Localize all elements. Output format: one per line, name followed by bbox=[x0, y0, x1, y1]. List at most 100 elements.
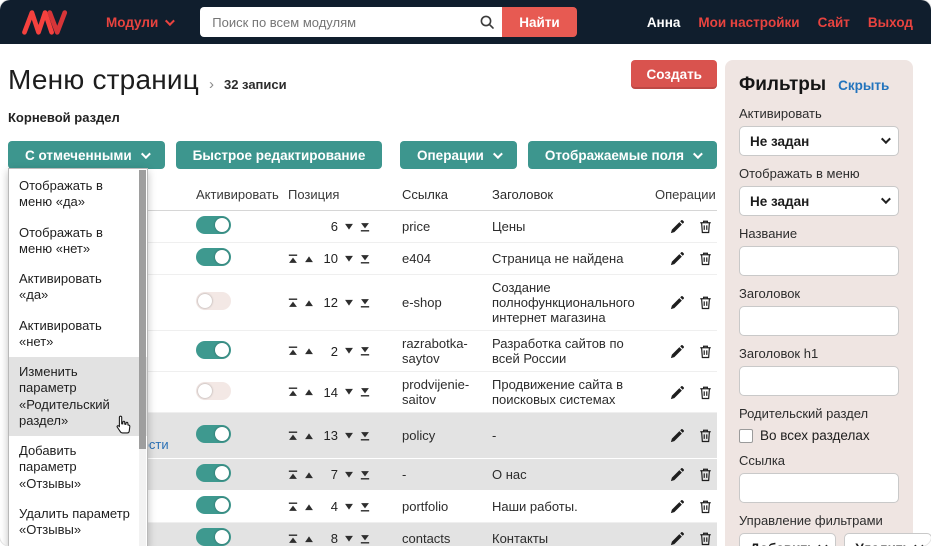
name-filter-input[interactable] bbox=[739, 246, 899, 276]
dropdown-item-label: Добавить параметр «Отзывы» bbox=[19, 443, 82, 491]
move-last-button[interactable] bbox=[360, 222, 370, 232]
delete-icon[interactable] bbox=[698, 295, 713, 310]
move-up-button[interactable] bbox=[304, 254, 314, 264]
dropdown-scrollbar[interactable] bbox=[139, 170, 146, 546]
site-link[interactable]: Сайт bbox=[818, 15, 850, 30]
move-up-button[interactable] bbox=[304, 534, 314, 544]
edit-icon[interactable] bbox=[670, 295, 685, 310]
move-down-button[interactable] bbox=[344, 470, 354, 480]
row-activate-toggle[interactable] bbox=[196, 464, 231, 483]
delete-icon[interactable] bbox=[698, 219, 713, 234]
move-last-button[interactable] bbox=[360, 254, 370, 264]
move-down-button[interactable] bbox=[344, 502, 354, 512]
row-activate-toggle[interactable] bbox=[196, 340, 231, 359]
h1-filter-input[interactable] bbox=[739, 366, 899, 396]
delete-icon[interactable] bbox=[698, 251, 713, 266]
move-first-button[interactable] bbox=[288, 470, 298, 480]
move-up-button[interactable] bbox=[304, 431, 314, 441]
filters-title: Фильтры bbox=[739, 74, 827, 95]
move-up-button[interactable] bbox=[304, 502, 314, 512]
move-first-button[interactable] bbox=[288, 502, 298, 512]
add-filter-select[interactable]: Добавить bbox=[739, 533, 837, 546]
my-settings-link[interactable]: Мои настройки bbox=[698, 15, 799, 30]
move-down-button[interactable] bbox=[344, 298, 354, 308]
row-activate-toggle[interactable] bbox=[196, 216, 231, 234]
manage-filters-label: Управление фильтрами bbox=[739, 513, 883, 528]
move-first-button[interactable] bbox=[288, 298, 298, 308]
quick-edit-button[interactable]: Быстрое редактирование bbox=[175, 141, 383, 169]
dropdown-item[interactable]: Удалить параметр «Отзывы» bbox=[9, 499, 147, 546]
move-last-button[interactable] bbox=[360, 431, 370, 441]
move-up-button[interactable] bbox=[304, 470, 314, 480]
dropdown-item[interactable]: Изменить параметр «Родительский раздел» bbox=[9, 357, 147, 436]
row-activate-toggle[interactable] bbox=[196, 248, 231, 266]
move-down-button[interactable] bbox=[344, 222, 354, 232]
move-down-button[interactable] bbox=[344, 346, 354, 356]
edit-icon[interactable] bbox=[670, 385, 685, 400]
edit-icon[interactable] bbox=[670, 531, 685, 546]
move-up-button[interactable] bbox=[304, 346, 314, 356]
search-icon bbox=[472, 7, 503, 37]
operations-button[interactable]: Операции bbox=[400, 141, 517, 169]
brand-logo[interactable] bbox=[20, 7, 72, 37]
delete-icon[interactable] bbox=[698, 385, 713, 400]
move-up-button[interactable] bbox=[304, 387, 314, 397]
dropdown-item[interactable]: Отображать в меню «нет» bbox=[9, 218, 147, 265]
dropdown-item[interactable]: Активировать «нет» bbox=[9, 311, 147, 358]
delete-icon[interactable] bbox=[698, 344, 713, 359]
edit-icon[interactable] bbox=[670, 251, 685, 266]
move-down-button[interactable] bbox=[344, 431, 354, 441]
move-down-button[interactable] bbox=[344, 534, 354, 544]
edit-icon[interactable] bbox=[670, 344, 685, 359]
move-last-button[interactable] bbox=[360, 387, 370, 397]
row-activate-toggle[interactable] bbox=[196, 425, 231, 444]
edit-icon[interactable] bbox=[670, 467, 685, 482]
move-last-button[interactable] bbox=[360, 298, 370, 308]
move-first-button[interactable] bbox=[288, 431, 298, 441]
toolbar: С отмеченными Быстрое редактирование Опе… bbox=[8, 141, 717, 169]
delete-icon[interactable] bbox=[698, 428, 713, 443]
move-down-button[interactable] bbox=[344, 254, 354, 264]
dropdown-item[interactable]: Отображать в меню «да» bbox=[9, 171, 147, 218]
move-last-button[interactable] bbox=[360, 502, 370, 512]
modules-menu[interactable]: Модули bbox=[106, 15, 176, 30]
search-input[interactable] bbox=[200, 7, 473, 37]
all-sections-checkbox[interactable] bbox=[739, 428, 753, 443]
remove-filter-select[interactable]: Удалить bbox=[844, 533, 931, 546]
move-down-button[interactable] bbox=[344, 387, 354, 397]
toggle-knob bbox=[215, 342, 229, 357]
move-first-button[interactable] bbox=[288, 387, 298, 397]
dropdown-item[interactable]: Добавить параметр «Отзывы» bbox=[9, 436, 147, 499]
row-activate-toggle[interactable] bbox=[196, 292, 231, 310]
move-up-button[interactable] bbox=[304, 298, 314, 308]
row-activate-toggle[interactable] bbox=[196, 528, 231, 546]
with-marked-button[interactable]: С отмеченными bbox=[8, 141, 165, 169]
move-first-button[interactable] bbox=[288, 346, 298, 356]
dropdown-item[interactable]: Активировать «да» bbox=[9, 264, 147, 311]
displayed-fields-button[interactable]: Отображаемые поля bbox=[527, 141, 717, 169]
create-button[interactable]: Создать bbox=[631, 60, 717, 89]
logout-link[interactable]: Выход bbox=[868, 15, 913, 30]
scrollbar-thumb[interactable] bbox=[139, 170, 146, 450]
move-first-button[interactable] bbox=[288, 534, 298, 544]
move-last-button[interactable] bbox=[360, 534, 370, 544]
row-activate-toggle[interactable] bbox=[196, 496, 231, 515]
title-filter-input[interactable] bbox=[739, 306, 899, 336]
delete-icon[interactable] bbox=[698, 467, 713, 482]
link-filter-input[interactable] bbox=[739, 473, 899, 503]
chevron-down-icon bbox=[692, 148, 703, 159]
row-activate-toggle[interactable] bbox=[196, 381, 231, 400]
edit-icon[interactable] bbox=[670, 499, 685, 514]
edit-icon[interactable] bbox=[670, 219, 685, 234]
move-last-button[interactable] bbox=[360, 346, 370, 356]
search-submit-button[interactable]: Найти bbox=[502, 7, 577, 37]
dropdown-item-label: Удалить параметр «Отзывы» bbox=[19, 505, 130, 537]
delete-icon[interactable] bbox=[698, 531, 713, 546]
move-last-button[interactable] bbox=[360, 470, 370, 480]
move-first-button[interactable] bbox=[288, 254, 298, 264]
hide-filters-link[interactable]: Скрыть bbox=[838, 78, 889, 93]
activate-filter-select[interactable]: Не задан bbox=[739, 126, 899, 156]
delete-icon[interactable] bbox=[698, 499, 713, 514]
show-in-menu-filter-select[interactable]: Не задан bbox=[739, 186, 899, 216]
edit-icon[interactable] bbox=[670, 428, 685, 443]
